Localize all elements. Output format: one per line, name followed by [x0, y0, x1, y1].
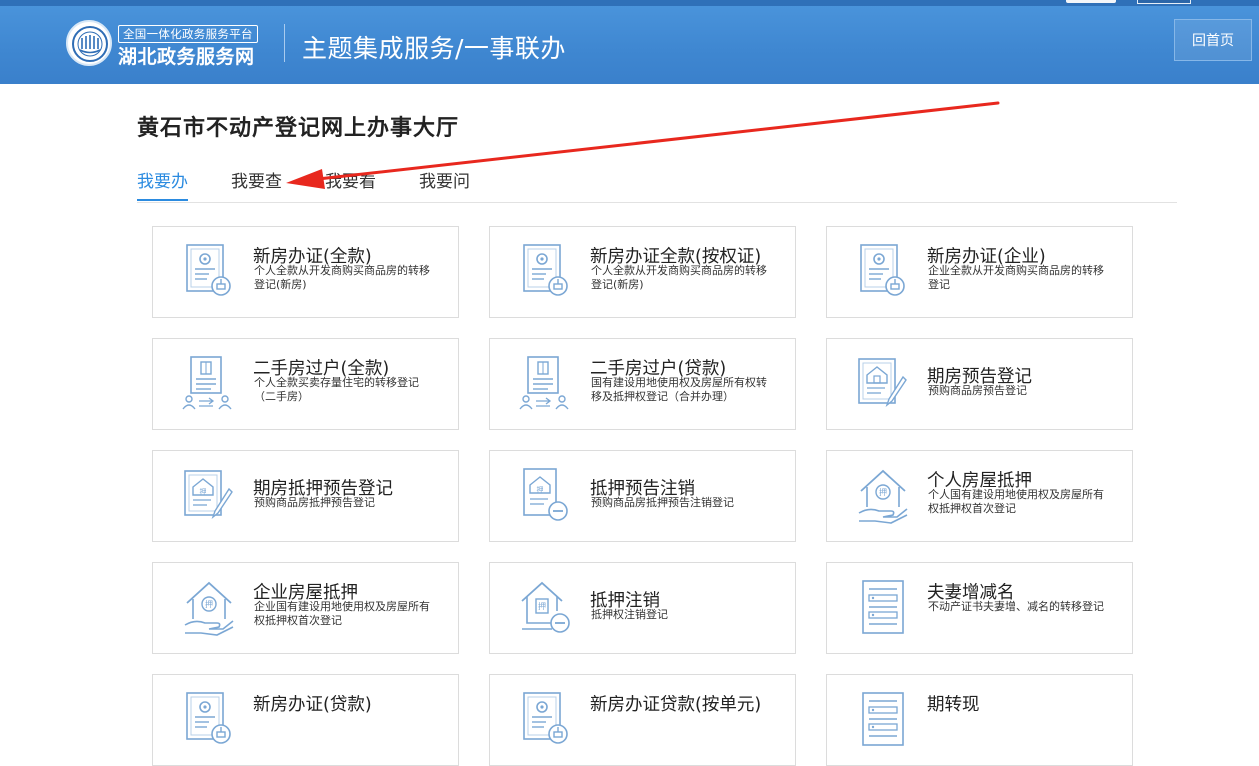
- card-desc: 国有建设用地使用权及房屋所有权转移及抵押权登记（合并办理）: [591, 376, 767, 403]
- form-list-icon: [855, 577, 911, 637]
- certificate-stamp-icon: [855, 241, 911, 301]
- top-nav-tab[interactable]: [1137, 0, 1191, 4]
- card-desc: 个人全款买卖存量住宅的转移登记（二手房）: [254, 376, 419, 403]
- service-card[interactable]: 新房办证全款(按权证) 个人全款从开发商购买商品房的转移登记(新房): [489, 226, 796, 318]
- card-desc: 个人全款从开发商购买商品房的转移登记(新房): [591, 264, 767, 291]
- portal-logo-icon[interactable]: [66, 20, 112, 66]
- service-card[interactable]: 夫妻增减名 不动产证书夫妻增、减名的转移登记: [826, 562, 1133, 654]
- house-mortgage-hand-icon: [181, 577, 237, 637]
- service-card[interactable]: 新房办证贷款(按单元): [489, 674, 796, 766]
- service-card[interactable]: 期转现: [826, 674, 1133, 766]
- transfer-document-icon: [181, 353, 237, 413]
- header-bar: 全国一体化政务服务平台 湖北政务服务网 主题集成服务/一事联办 回首页: [0, 0, 1259, 84]
- house-cancel-icon: [518, 577, 574, 637]
- service-card[interactable]: 新房办证(企业) 企业全款从开发商购买商品房的转移登记: [826, 226, 1133, 318]
- logo-platform-label: 全国一体化政务服务平台: [118, 25, 258, 43]
- card-desc: 抵押权注销登记: [591, 608, 668, 621]
- card-desc: 企业全款从开发商购买商品房的转移登记: [928, 264, 1104, 291]
- certificate-stamp-icon: [181, 241, 237, 301]
- service-card[interactable]: 期房抵押预告登记 预购商品房抵押预告登记: [152, 450, 459, 542]
- card-desc: 预购商品房抵押预告登记: [254, 496, 375, 509]
- card-title: 期转现: [927, 695, 980, 715]
- card-title: 新房办证贷款(按单元): [590, 695, 762, 715]
- service-card[interactable]: 抵押预告注销 预购商品房抵押预告注销登记: [489, 450, 796, 542]
- header-divider: [284, 24, 285, 62]
- card-desc: 预购商品房预告登记: [928, 384, 1027, 397]
- service-card[interactable]: 企业房屋抵押 企业国有建设用地使用权及房屋所有权抵押权首次登记: [152, 562, 459, 654]
- logo-site-name[interactable]: 湖北政务服务网: [118, 42, 255, 69]
- tab-ask[interactable]: 我要问: [419, 168, 470, 201]
- page-title: 黄石市不动产登记网上办事大厅: [137, 116, 460, 141]
- card-desc: 个人国有建设用地使用权及房屋所有权抵押权首次登记: [928, 488, 1104, 515]
- house-mortgage-hand-icon: [855, 465, 911, 525]
- tab-view[interactable]: 我要看: [325, 168, 376, 201]
- service-card[interactable]: 新房办证(全款) 个人全款从开发商购买商品房的转移登记(新房): [152, 226, 459, 318]
- mortgage-document-pen-icon: [181, 465, 237, 525]
- certificate-stamp-icon: [518, 241, 574, 301]
- card-desc: 预购商品房抵押预告注销登记: [591, 496, 734, 509]
- home-button[interactable]: 回首页: [1174, 19, 1252, 61]
- form-list-icon: [855, 689, 911, 749]
- tab-handle[interactable]: 我要办: [137, 168, 188, 201]
- card-desc: 个人全款从开发商购买商品房的转移登记(新房): [254, 264, 430, 291]
- tab-query[interactable]: 我要查: [231, 168, 282, 201]
- service-card[interactable]: 新房办证(贷款): [152, 674, 459, 766]
- card-title: 新房办证(贷款): [253, 695, 372, 715]
- certificate-stamp-icon: [181, 689, 237, 749]
- service-card[interactable]: 期房预告登记 预购商品房预告登记: [826, 338, 1133, 430]
- service-card[interactable]: 个人房屋抵押 个人国有建设用地使用权及房屋所有权抵押权首次登记: [826, 450, 1133, 542]
- tab-bar: 我要办 我要查 我要看 我要问: [137, 168, 1177, 203]
- service-card[interactable]: 二手房过户(全款) 个人全款买卖存量住宅的转移登记（二手房）: [152, 338, 459, 430]
- transfer-document-icon: [518, 353, 574, 413]
- document-cancel-icon: [518, 465, 574, 525]
- card-desc: 企业国有建设用地使用权及房屋所有权抵押权首次登记: [254, 600, 430, 627]
- card-desc: 不动产证书夫妻增、减名的转移登记: [928, 600, 1104, 613]
- top-nav-tab[interactable]: [1066, 0, 1116, 3]
- house-document-pen-icon: [855, 353, 911, 413]
- service-card[interactable]: 二手房过户(贷款) 国有建设用地使用权及房屋所有权转移及抵押权登记（合并办理）: [489, 338, 796, 430]
- service-card[interactable]: 抵押注销 抵押权注销登记: [489, 562, 796, 654]
- header-title: 主题集成服务/一事联办: [302, 34, 566, 63]
- certificate-stamp-icon: [518, 689, 574, 749]
